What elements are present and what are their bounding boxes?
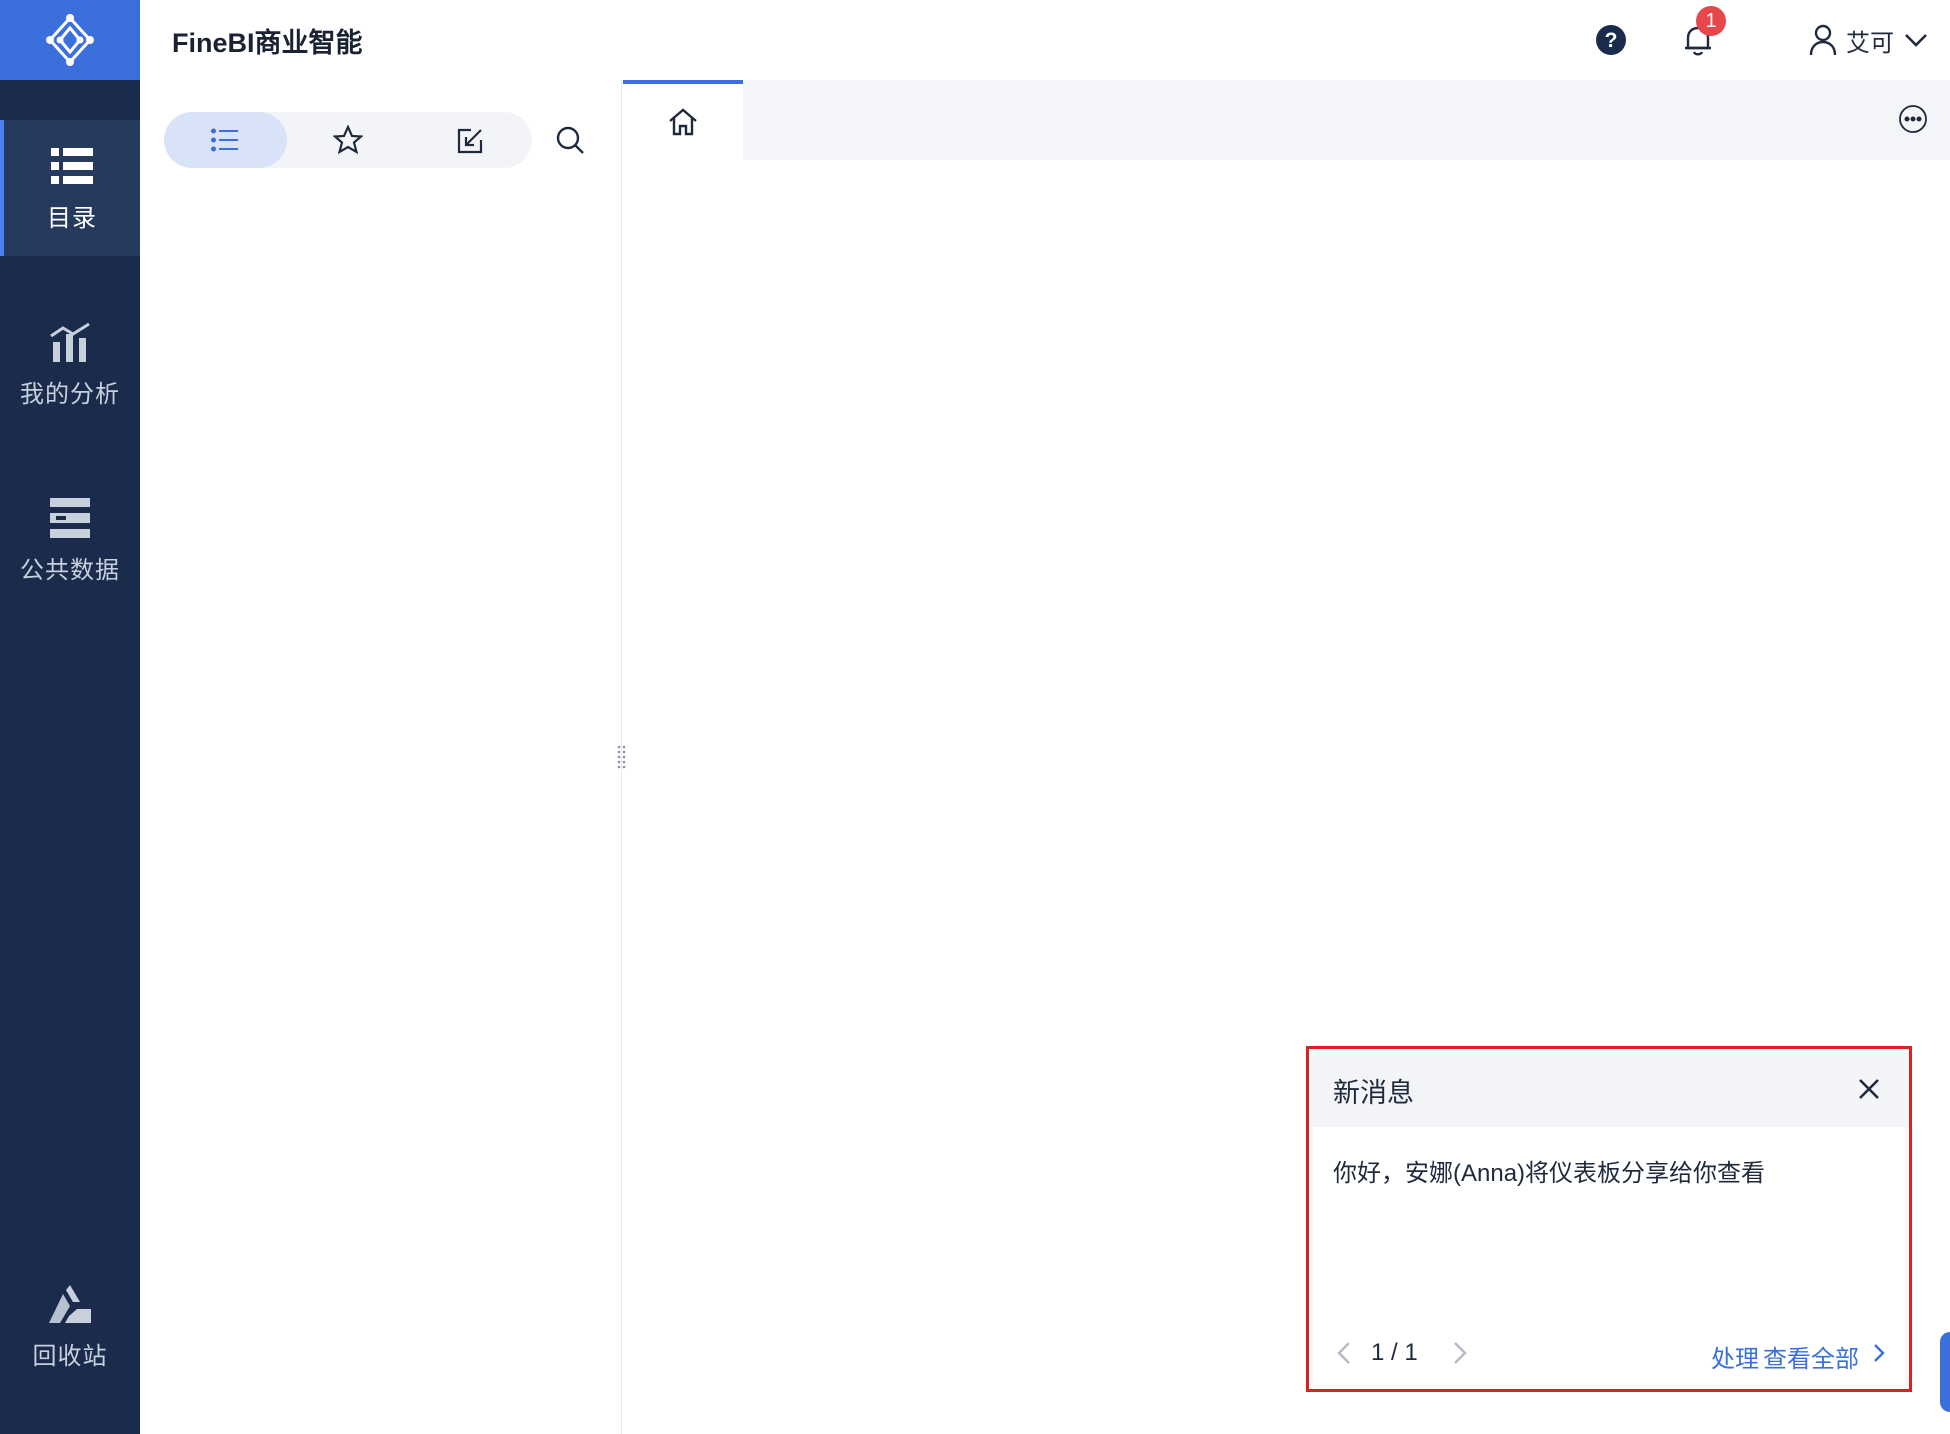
segment-edit[interactable] <box>409 112 532 168</box>
sidebar-item-public-data[interactable]: 公共数据 <box>0 472 140 608</box>
notification-card: 新消息 你好，安娜(Anna)将仪表板分享给你查看 1 / 1 处理 查看全部 <box>1313 1053 1905 1385</box>
close-icon <box>1859 1079 1879 1099</box>
more-icon <box>1899 105 1927 133</box>
notification-button[interactable]: 1 <box>1676 6 1726 62</box>
network-logo-icon <box>46 14 94 66</box>
chevron-left-icon <box>1337 1342 1350 1364</box>
notification-message: 你好，安娜(Anna)将仪表板分享给你查看 <box>1333 1160 1766 1187</box>
directory-panel <box>140 80 626 1434</box>
sidebar-item-catalog[interactable]: 目录 <box>0 120 140 256</box>
view-switcher <box>164 112 532 168</box>
list-icon <box>50 144 94 188</box>
prev-page-button[interactable] <box>1329 1337 1359 1369</box>
process-link[interactable]: 处理 <box>1711 1339 1759 1374</box>
notification-badge: 1 <box>1696 6 1726 36</box>
notification-popup: 新消息 你好，安娜(Anna)将仪表板分享给你查看 1 / 1 处理 查看全部 <box>1306 1046 1912 1392</box>
panel-resize-handle[interactable] <box>617 745 627 771</box>
view-all-chevron[interactable] <box>1867 1339 1891 1367</box>
page-indicator: 1 / 1 <box>1371 1339 1418 1366</box>
sidebar-item-label: 回收站 <box>32 1342 108 1370</box>
notification-header: 新消息 <box>1313 1053 1905 1127</box>
next-page-button[interactable] <box>1445 1337 1475 1369</box>
list-icon <box>211 128 239 152</box>
sidebar-item-label: 公共数据 <box>20 556 120 584</box>
more-options-button[interactable] <box>1896 102 1930 136</box>
user-name: 艾可 <box>1846 29 1894 57</box>
sidebar: 目录 我的分析 公共数据 回收站 <box>0 0 140 1434</box>
view-all-link[interactable]: 查看全部 <box>1763 1339 1859 1374</box>
chevron-right-icon <box>1874 1344 1885 1362</box>
drag-handle-icon <box>617 745 626 769</box>
tab-home[interactable] <box>623 80 743 160</box>
chevron-down-icon <box>1905 34 1927 47</box>
recycle-icon <box>48 1282 92 1326</box>
help-icon: ? <box>1596 25 1626 55</box>
search-icon <box>556 126 584 154</box>
chart-icon <box>48 320 92 364</box>
svg-text:?: ? <box>1605 29 1618 52</box>
segment-favorites[interactable] <box>287 112 410 168</box>
database-icon <box>48 496 92 540</box>
app-logo[interactable] <box>0 0 140 80</box>
user-menu[interactable]: 艾可 <box>1808 20 1928 60</box>
sidebar-item-label: 目录 <box>47 204 97 232</box>
star-icon <box>333 125 363 155</box>
tab-bar <box>623 80 1950 160</box>
sidebar-item-label: 我的分析 <box>20 380 120 408</box>
help-button[interactable]: ? <box>1589 18 1633 62</box>
side-drawer-toggle[interactable] <box>1940 1332 1950 1412</box>
close-button[interactable] <box>1851 1071 1887 1107</box>
edit-icon <box>457 128 482 154</box>
user-icon <box>1809 24 1837 56</box>
chevron-right-icon <box>1454 1342 1467 1364</box>
app-title: FineBI商业智能 <box>172 27 363 58</box>
sidebar-item-recycle-bin[interactable]: 回收站 <box>0 1258 140 1394</box>
notification-title: 新消息 <box>1333 1077 1414 1108</box>
search-button[interactable] <box>548 118 592 162</box>
notification-footer: 1 / 1 处理 查看全部 <box>1313 1333 1905 1373</box>
segment-catalog[interactable] <box>164 112 287 168</box>
sidebar-item-my-analysis[interactable]: 我的分析 <box>0 296 140 432</box>
home-icon <box>669 108 697 136</box>
